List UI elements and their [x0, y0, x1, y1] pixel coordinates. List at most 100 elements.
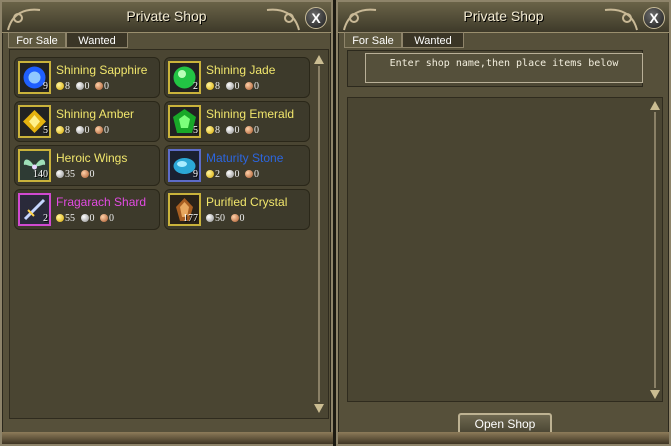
copper-value: 0: [239, 213, 245, 224]
list-item[interactable]: 5 Shining Amber 8 0 0: [14, 101, 160, 142]
private-shop-window-right: Private Shop X For Sale Wanted Enter sho…: [336, 0, 671, 446]
copper-value: 0: [254, 169, 259, 180]
amber-icon: 5: [18, 105, 51, 138]
copper-value: 0: [89, 169, 95, 180]
item-price: 2 0 0: [206, 169, 262, 180]
copper-value: 0: [109, 213, 114, 224]
close-icon[interactable]: X: [305, 7, 327, 29]
silver-value: 0: [234, 125, 240, 136]
item-price: 55 0 0: [56, 213, 117, 224]
list-item[interactable]: 2 Fragarach Shard 55 0 0: [14, 189, 160, 230]
item-name: Shining Emerald: [206, 107, 295, 121]
item-quantity: 5: [43, 125, 48, 136]
gold-value: 8: [65, 81, 70, 92]
scrollbar[interactable]: [649, 100, 661, 400]
silver-value: 0: [84, 125, 90, 136]
scroll-track[interactable]: [654, 112, 656, 388]
list-item[interactable]: 177 Purified Crystal 50 0: [164, 189, 310, 230]
gold-coin-icon: [206, 82, 214, 90]
copper-value: 0: [254, 125, 259, 136]
list-item[interactable]: 140 Heroic Wings 35 0: [14, 145, 160, 186]
silver-value: 0: [234, 169, 240, 180]
gold-value: 8: [215, 125, 220, 136]
silver-coin-icon: [75, 126, 84, 134]
item-price: 8 0 0: [56, 125, 112, 136]
copper-coin-icon: [80, 170, 89, 178]
copper-value: 0: [104, 81, 109, 92]
item-quantity: 9: [43, 81, 48, 92]
title-bar[interactable]: Private Shop X: [2, 2, 331, 33]
copper-coin-icon: [95, 126, 103, 134]
item-list: 9 Shining Sapphire 8 0 0 2 Shining Jade …: [9, 49, 329, 419]
shop-items-area[interactable]: [347, 97, 663, 402]
window-title: Private Shop: [463, 8, 544, 24]
item-name: Maturity Stone: [206, 151, 284, 165]
item-name: Shining Sapphire: [56, 63, 148, 77]
tab-for-sale[interactable]: For Sale: [8, 32, 66, 48]
tab-wanted[interactable]: Wanted: [66, 32, 128, 48]
stone-icon: 9: [168, 149, 201, 182]
gold-value: 8: [215, 81, 220, 92]
item-quantity: 5: [193, 125, 198, 136]
silver-coin-icon: [75, 82, 84, 90]
sword-icon: 2: [18, 193, 51, 226]
scroll-track[interactable]: [318, 66, 320, 402]
title-bar[interactable]: Private Shop X: [338, 2, 669, 33]
tab-wanted[interactable]: Wanted: [402, 32, 464, 48]
close-icon[interactable]: X: [643, 7, 665, 29]
item-name: Shining Jade: [206, 63, 276, 77]
silver-coin-icon: [56, 170, 64, 178]
list-item[interactable]: 9 Maturity Stone 2 0 0: [164, 145, 310, 186]
copper-coin-icon: [245, 82, 253, 90]
item-quantity: 177: [183, 213, 198, 224]
list-item[interactable]: 2 Shining Jade 8 0 0: [164, 57, 310, 98]
private-shop-window-left: Private Shop X For Sale Wanted 9 Shining…: [0, 0, 333, 446]
item-name: Heroic Wings: [56, 151, 128, 165]
item-price: 8 0 0: [56, 81, 112, 92]
gold-coin-icon: [206, 126, 214, 134]
copper-value: 0: [104, 125, 109, 136]
silver-coin-icon: [80, 214, 89, 222]
gold-value: 2: [215, 169, 220, 180]
copper-coin-icon: [100, 214, 108, 222]
item-price: 8 0 0: [206, 125, 262, 136]
shop-name-panel: Enter shop name,then place items below: [347, 50, 643, 87]
copper-coin-icon: [95, 82, 103, 90]
copper-coin-icon: [245, 126, 253, 134]
copper-coin-icon: [230, 214, 239, 222]
silver-value: 0: [89, 213, 95, 224]
item-quantity: 9: [193, 169, 198, 180]
item-name: Shining Amber: [56, 107, 135, 121]
silver-value: 35: [65, 169, 75, 180]
gold-coin-icon: [56, 126, 64, 134]
item-price: 8 0 0: [206, 81, 262, 92]
item-price: 35 0: [56, 169, 98, 180]
bottom-ornament: [2, 432, 333, 444]
wings-icon: 140: [18, 149, 51, 182]
crystal-icon: 177: [168, 193, 201, 226]
shop-name-input[interactable]: Enter shop name,then place items below: [365, 53, 643, 83]
tab-for-sale[interactable]: For Sale: [344, 32, 402, 48]
silver-value: 50: [215, 213, 225, 224]
item-name: Purified Crystal: [206, 195, 288, 209]
scrollbar[interactable]: [313, 54, 325, 414]
list-item[interactable]: 5 Shining Emerald 8 0 0: [164, 101, 310, 142]
item-price: 50 0: [206, 213, 248, 224]
scroll-down-arrow-icon[interactable]: [649, 388, 661, 400]
sapphire-icon: 9: [18, 61, 51, 94]
copper-value: 0: [254, 81, 259, 92]
silver-value: 0: [84, 81, 90, 92]
silver-coin-icon: [225, 82, 234, 90]
window-title: Private Shop: [126, 8, 207, 24]
scroll-down-arrow-icon[interactable]: [313, 402, 325, 414]
silver-coin-icon: [225, 126, 234, 134]
bottom-ornament: [338, 432, 669, 444]
scroll-up-arrow-icon[interactable]: [313, 54, 325, 66]
item-quantity: 2: [43, 213, 48, 224]
gold-value: 55: [65, 213, 75, 224]
list-item[interactable]: 9 Shining Sapphire 8 0 0: [14, 57, 160, 98]
item-name: Fragarach Shard: [56, 195, 147, 209]
silver-coin-icon: [206, 214, 214, 222]
copper-coin-icon: [245, 170, 253, 178]
scroll-up-arrow-icon[interactable]: [649, 100, 661, 112]
